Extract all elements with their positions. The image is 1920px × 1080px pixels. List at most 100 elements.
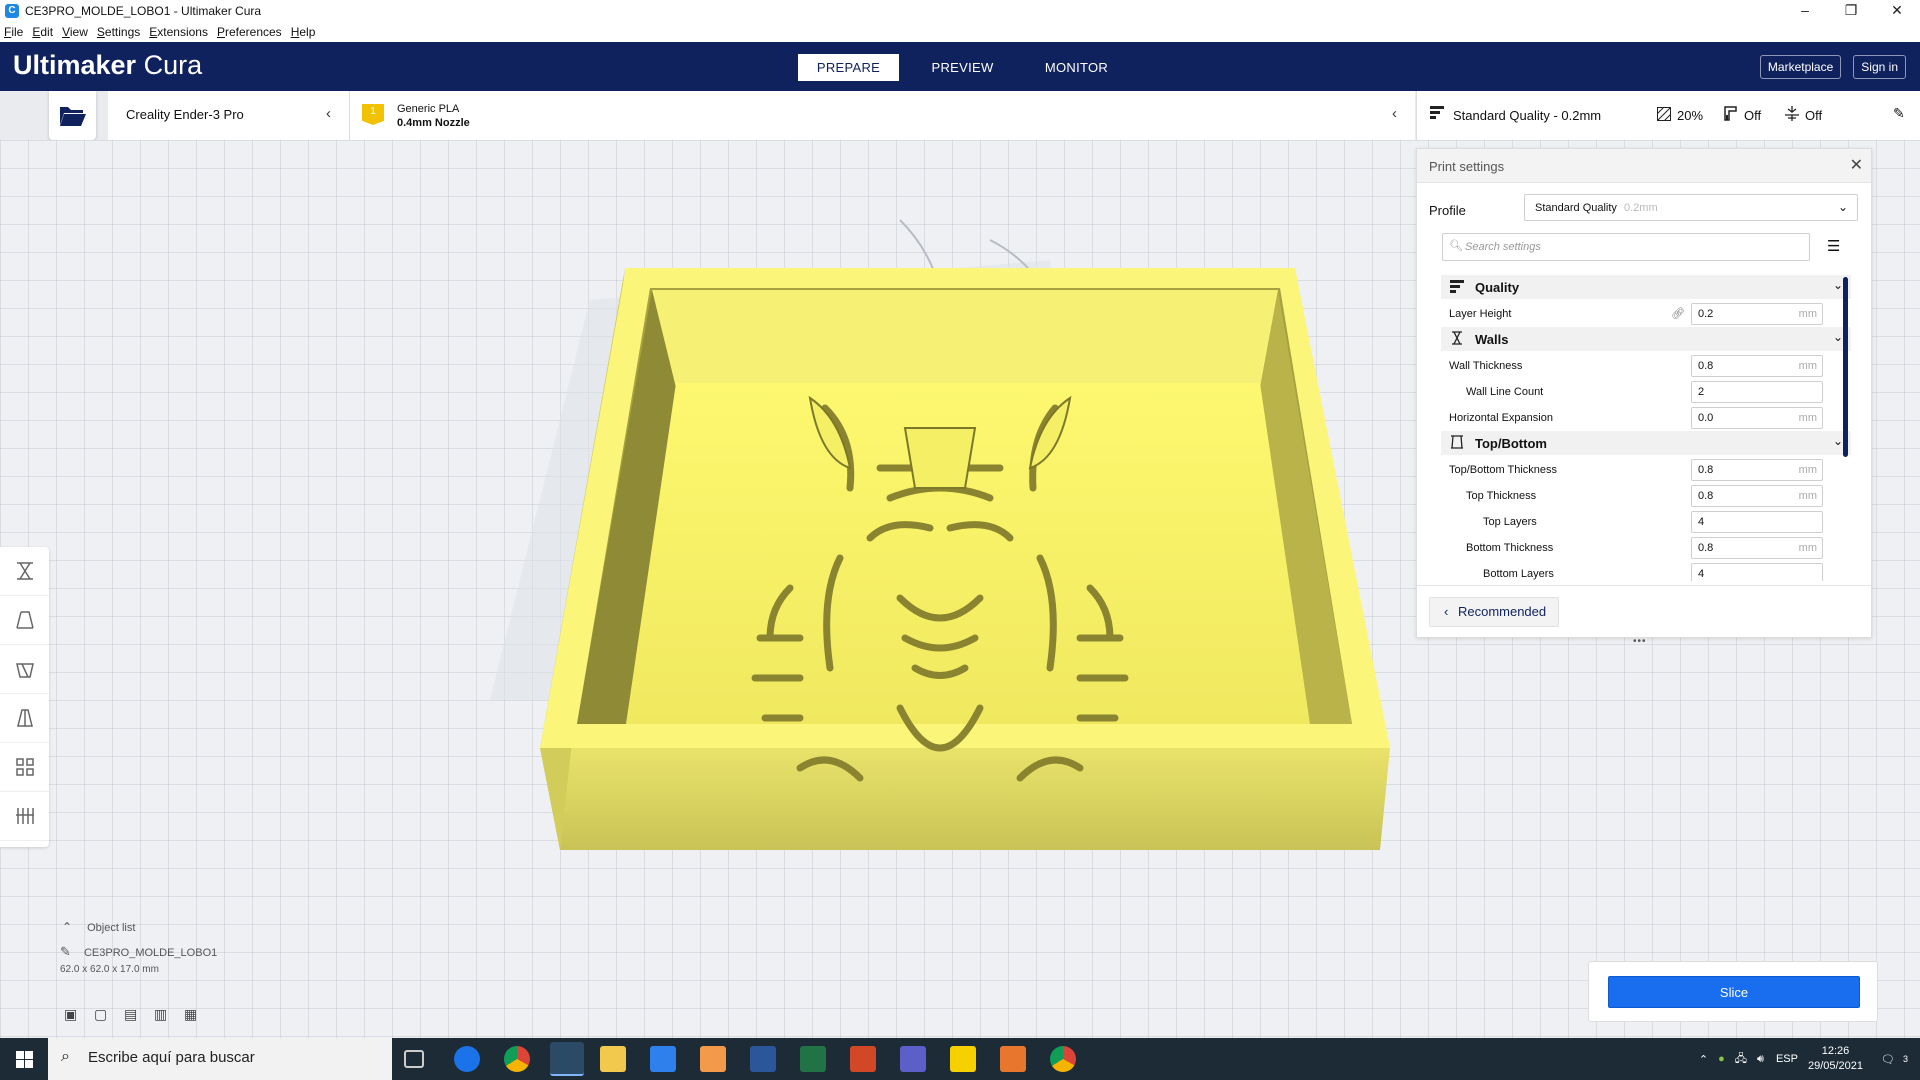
- field-unit: mm: [1798, 542, 1817, 554]
- menu-settings[interactable]: Settings: [93, 25, 145, 39]
- panel-resize-handle[interactable]: •••: [1633, 636, 1647, 647]
- scale-tool[interactable]: [0, 596, 49, 645]
- menu-extensions[interactable]: Extensions: [145, 25, 213, 39]
- setting-top-layers: Top Layers 4: [1441, 509, 1851, 535]
- clock[interactable]: 12:26 29/05/2021: [1808, 1044, 1863, 1074]
- material-selector[interactable]: 1 Generic PLA 0.4mm Nozzle ‹: [350, 91, 1415, 140]
- bottom-layers-field[interactable]: 4: [1691, 563, 1823, 581]
- settings-menu-icon[interactable]: ☰: [1827, 237, 1840, 255]
- topbottom-thickness-field[interactable]: 0.8 mm: [1691, 459, 1823, 481]
- tab-monitor[interactable]: MONITOR: [1026, 54, 1127, 81]
- file-explorer-icon[interactable]: [600, 1046, 626, 1072]
- close-icon[interactable]: ✕: [1874, 0, 1920, 22]
- search-icon: 🔍︎: [1449, 240, 1463, 252]
- link-icon[interactable]: 🔗︎: [1671, 307, 1685, 320]
- top-thickness-field[interactable]: 0.8 mm: [1691, 485, 1823, 507]
- chrome-profile-icon[interactable]: [1050, 1046, 1076, 1072]
- support-blocker-tool[interactable]: [0, 792, 49, 841]
- chevron-up-icon[interactable]: ⌃: [1699, 1053, 1708, 1066]
- tab-preview[interactable]: PREVIEW: [912, 54, 1013, 81]
- top-view-icon[interactable]: ▤: [124, 1006, 154, 1023]
- menu-help[interactable]: Help: [287, 25, 321, 39]
- media-player-icon[interactable]: [700, 1046, 726, 1072]
- word-icon[interactable]: [750, 1046, 776, 1072]
- category-walls[interactable]: Walls ⌄: [1441, 327, 1851, 351]
- menu-file[interactable]: File: [0, 25, 28, 39]
- close-icon[interactable]: ✕: [1850, 155, 1863, 175]
- task-view-icon[interactable]: [404, 1050, 424, 1068]
- setting-label: Horizontal Expansion: [1449, 412, 1553, 424]
- wolf-mold-model[interactable]: [540, 268, 1390, 978]
- setting-bottom-thickness: Bottom Thickness 0.8 mm: [1441, 535, 1851, 561]
- 3d-view-icon[interactable]: ▣: [64, 1006, 94, 1023]
- left-view-icon[interactable]: ▥: [154, 1006, 184, 1023]
- rotate-tool[interactable]: [0, 645, 49, 694]
- menu-preferences[interactable]: Preferences: [213, 25, 287, 39]
- chevron-left-icon[interactable]: ‹: [326, 105, 331, 122]
- right-view-icon[interactable]: ▦: [184, 1006, 214, 1023]
- pencil-icon[interactable]: ✎: [1893, 105, 1905, 122]
- object-list-header[interactable]: Object list: [87, 922, 135, 934]
- menu-view[interactable]: View: [58, 25, 93, 39]
- print-settings-summary[interactable]: Standard Quality - 0.2mm 20% Off Off ✎: [1416, 91, 1920, 140]
- fusion-icon[interactable]: [1000, 1046, 1026, 1072]
- start-button[interactable]: [0, 1038, 48, 1080]
- open-file-button[interactable]: [49, 91, 96, 140]
- layer-height-field[interactable]: 0.2 mm: [1691, 303, 1823, 325]
- marketplace-button[interactable]: Marketplace: [1759, 55, 1842, 79]
- pencil-icon[interactable]: ✎: [60, 944, 71, 959]
- category-quality[interactable]: Quality ⌄: [1441, 275, 1851, 299]
- front-view-icon[interactable]: ▢: [94, 1006, 124, 1023]
- chrome-icon[interactable]: [504, 1046, 530, 1072]
- taskbar-search-input[interactable]: ⌕ Escribe aquí para buscar: [48, 1038, 392, 1080]
- field-value: 0.2: [1698, 308, 1714, 320]
- chevron-up-icon[interactable]: ⌃: [62, 920, 72, 934]
- panel-title: Print settings: [1429, 159, 1505, 174]
- per-model-settings-tool[interactable]: [0, 743, 49, 792]
- notification-icon[interactable]: 🗨︎: [1881, 1053, 1895, 1066]
- menu-edit[interactable]: Edit: [28, 25, 58, 39]
- mirror-tool[interactable]: [0, 694, 49, 743]
- printer-selector[interactable]: Creality Ender-3 Pro ‹: [108, 91, 350, 140]
- restore-icon[interactable]: ❐: [1828, 0, 1874, 22]
- tray-app-icon[interactable]: ●: [1718, 1053, 1725, 1065]
- rotate-icon: [15, 663, 34, 678]
- settings-scrollbar[interactable]: [1843, 277, 1848, 457]
- excel-icon[interactable]: [800, 1046, 826, 1072]
- sticky-notes-icon[interactable]: [950, 1046, 976, 1072]
- move-tool[interactable]: [0, 547, 49, 596]
- folder-icon: [60, 107, 86, 126]
- wall-line-count-field[interactable]: 2: [1691, 381, 1823, 403]
- field-unit: mm: [1798, 490, 1817, 502]
- sign-in-button[interactable]: Sign in: [1853, 55, 1906, 79]
- powerpoint-icon[interactable]: [850, 1046, 876, 1072]
- category-top-bottom[interactable]: Top/Bottom ⌄: [1441, 431, 1851, 455]
- chevron-left-icon[interactable]: ‹: [1392, 105, 1397, 122]
- slice-button[interactable]: Slice: [1608, 976, 1860, 1008]
- settings-list[interactable]: Quality ⌄ Layer Height 🔗︎ 0.2 mm Walls ⌄…: [1441, 275, 1851, 581]
- search-settings-input[interactable]: 🔍︎ Search settings: [1442, 233, 1810, 261]
- edge-icon[interactable]: [454, 1046, 480, 1072]
- quality-icon: [1450, 280, 1464, 293]
- bottom-thickness-field[interactable]: 0.8 mm: [1691, 537, 1823, 559]
- volume-icon[interactable]: 🔊︎: [1757, 1053, 1764, 1066]
- language-indicator[interactable]: ESP: [1776, 1053, 1798, 1065]
- tab-prepare[interactable]: PREPARE: [798, 54, 899, 81]
- teams-icon[interactable]: [900, 1046, 926, 1072]
- store-icon[interactable]: [650, 1046, 676, 1072]
- search-icon: ⌕: [61, 1048, 70, 1065]
- chevron-down-icon: ⌄: [1832, 278, 1843, 292]
- field-value: 2: [1698, 386, 1705, 398]
- category-label: Walls: [1475, 332, 1509, 347]
- network-icon[interactable]: 🖧︎: [1735, 1050, 1747, 1069]
- cura-taskbar-icon[interactable]: [550, 1042, 584, 1076]
- top-layers-field[interactable]: 4: [1691, 511, 1823, 533]
- stage-tabs: PREPARE PREVIEW MONITOR: [798, 54, 1140, 81]
- profile-dropdown[interactable]: Standard Quality 0.2mm ⌄: [1524, 194, 1858, 221]
- wall-thickness-field[interactable]: 0.8 mm: [1691, 355, 1823, 377]
- minimize-icon[interactable]: –: [1782, 0, 1828, 22]
- profile-value: Standard Quality: [1535, 202, 1617, 214]
- recommended-button[interactable]: ‹ Recommended: [1429, 597, 1559, 627]
- setting-horizontal-expansion: Horizontal Expansion 0.0 mm: [1441, 405, 1851, 431]
- horizontal-expansion-field[interactable]: 0.0 mm: [1691, 407, 1823, 429]
